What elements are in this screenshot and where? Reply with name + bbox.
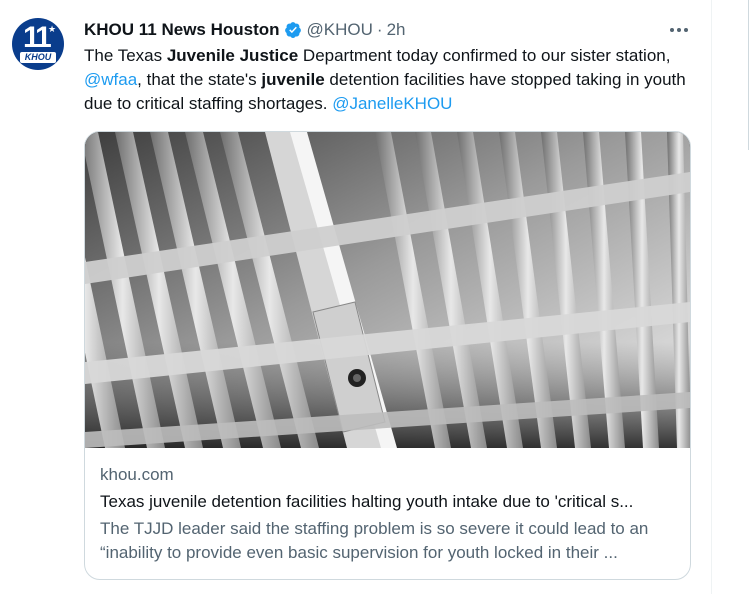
tweet[interactable]: 11 ★ KHOU KHOU 11 News Houston @KHOU · 2…: [0, 0, 711, 594]
tweet-text-segment: , that the state's: [137, 70, 262, 89]
avatar[interactable]: 11 ★ KHOU: [12, 18, 64, 70]
card-text[interactable]: khou.com Texas juvenile detention facili…: [100, 463, 678, 565]
verified-badge-icon: [284, 21, 302, 39]
star-icon: ★: [48, 24, 57, 34]
card-domain: khou.com: [100, 465, 174, 484]
right-sidebar: [712, 0, 749, 594]
tweet-header: KHOU 11 News Houston @KHOU · 2h: [84, 19, 406, 41]
tweet-text-segment: Department today confirmed to our sister…: [298, 46, 671, 65]
timestamp[interactable]: 2h: [387, 20, 406, 40]
tweet-bold-text: juvenile: [261, 70, 325, 89]
link-card[interactable]: khou.com Texas juvenile detention facili…: [84, 131, 691, 580]
more-dot-icon: [684, 28, 688, 32]
card-title: Texas juvenile detention facilities halt…: [100, 492, 634, 511]
tweet-bold-text: Juvenile Justice: [166, 46, 299, 65]
card-description: The TJJD leader said the staffing proble…: [100, 517, 678, 565]
more-options-button[interactable]: [664, 18, 694, 42]
card-description-line: The TJJD leader said the staffing proble…: [100, 519, 649, 538]
jail-cell-bars-image[interactable]: [85, 132, 690, 448]
tweet-text: The Texas Juvenile Justice Department to…: [84, 44, 689, 116]
more-dot-icon: [677, 28, 681, 32]
user-handle[interactable]: @KHOU: [307, 20, 373, 40]
avatar-number: 11: [23, 21, 52, 54]
mention-link[interactable]: @wfaa: [84, 70, 137, 89]
separator-dot: ·: [376, 20, 383, 39]
tweet-text-segment: The Texas: [84, 46, 167, 65]
mention-link[interactable]: @JanelleKHOU: [332, 94, 452, 113]
avatar-brand: KHOU: [20, 52, 56, 63]
card-description-line: “inability to provide even basic supervi…: [100, 543, 618, 562]
display-name[interactable]: KHOU 11 News Houston: [84, 20, 280, 40]
more-dot-icon: [670, 28, 674, 32]
